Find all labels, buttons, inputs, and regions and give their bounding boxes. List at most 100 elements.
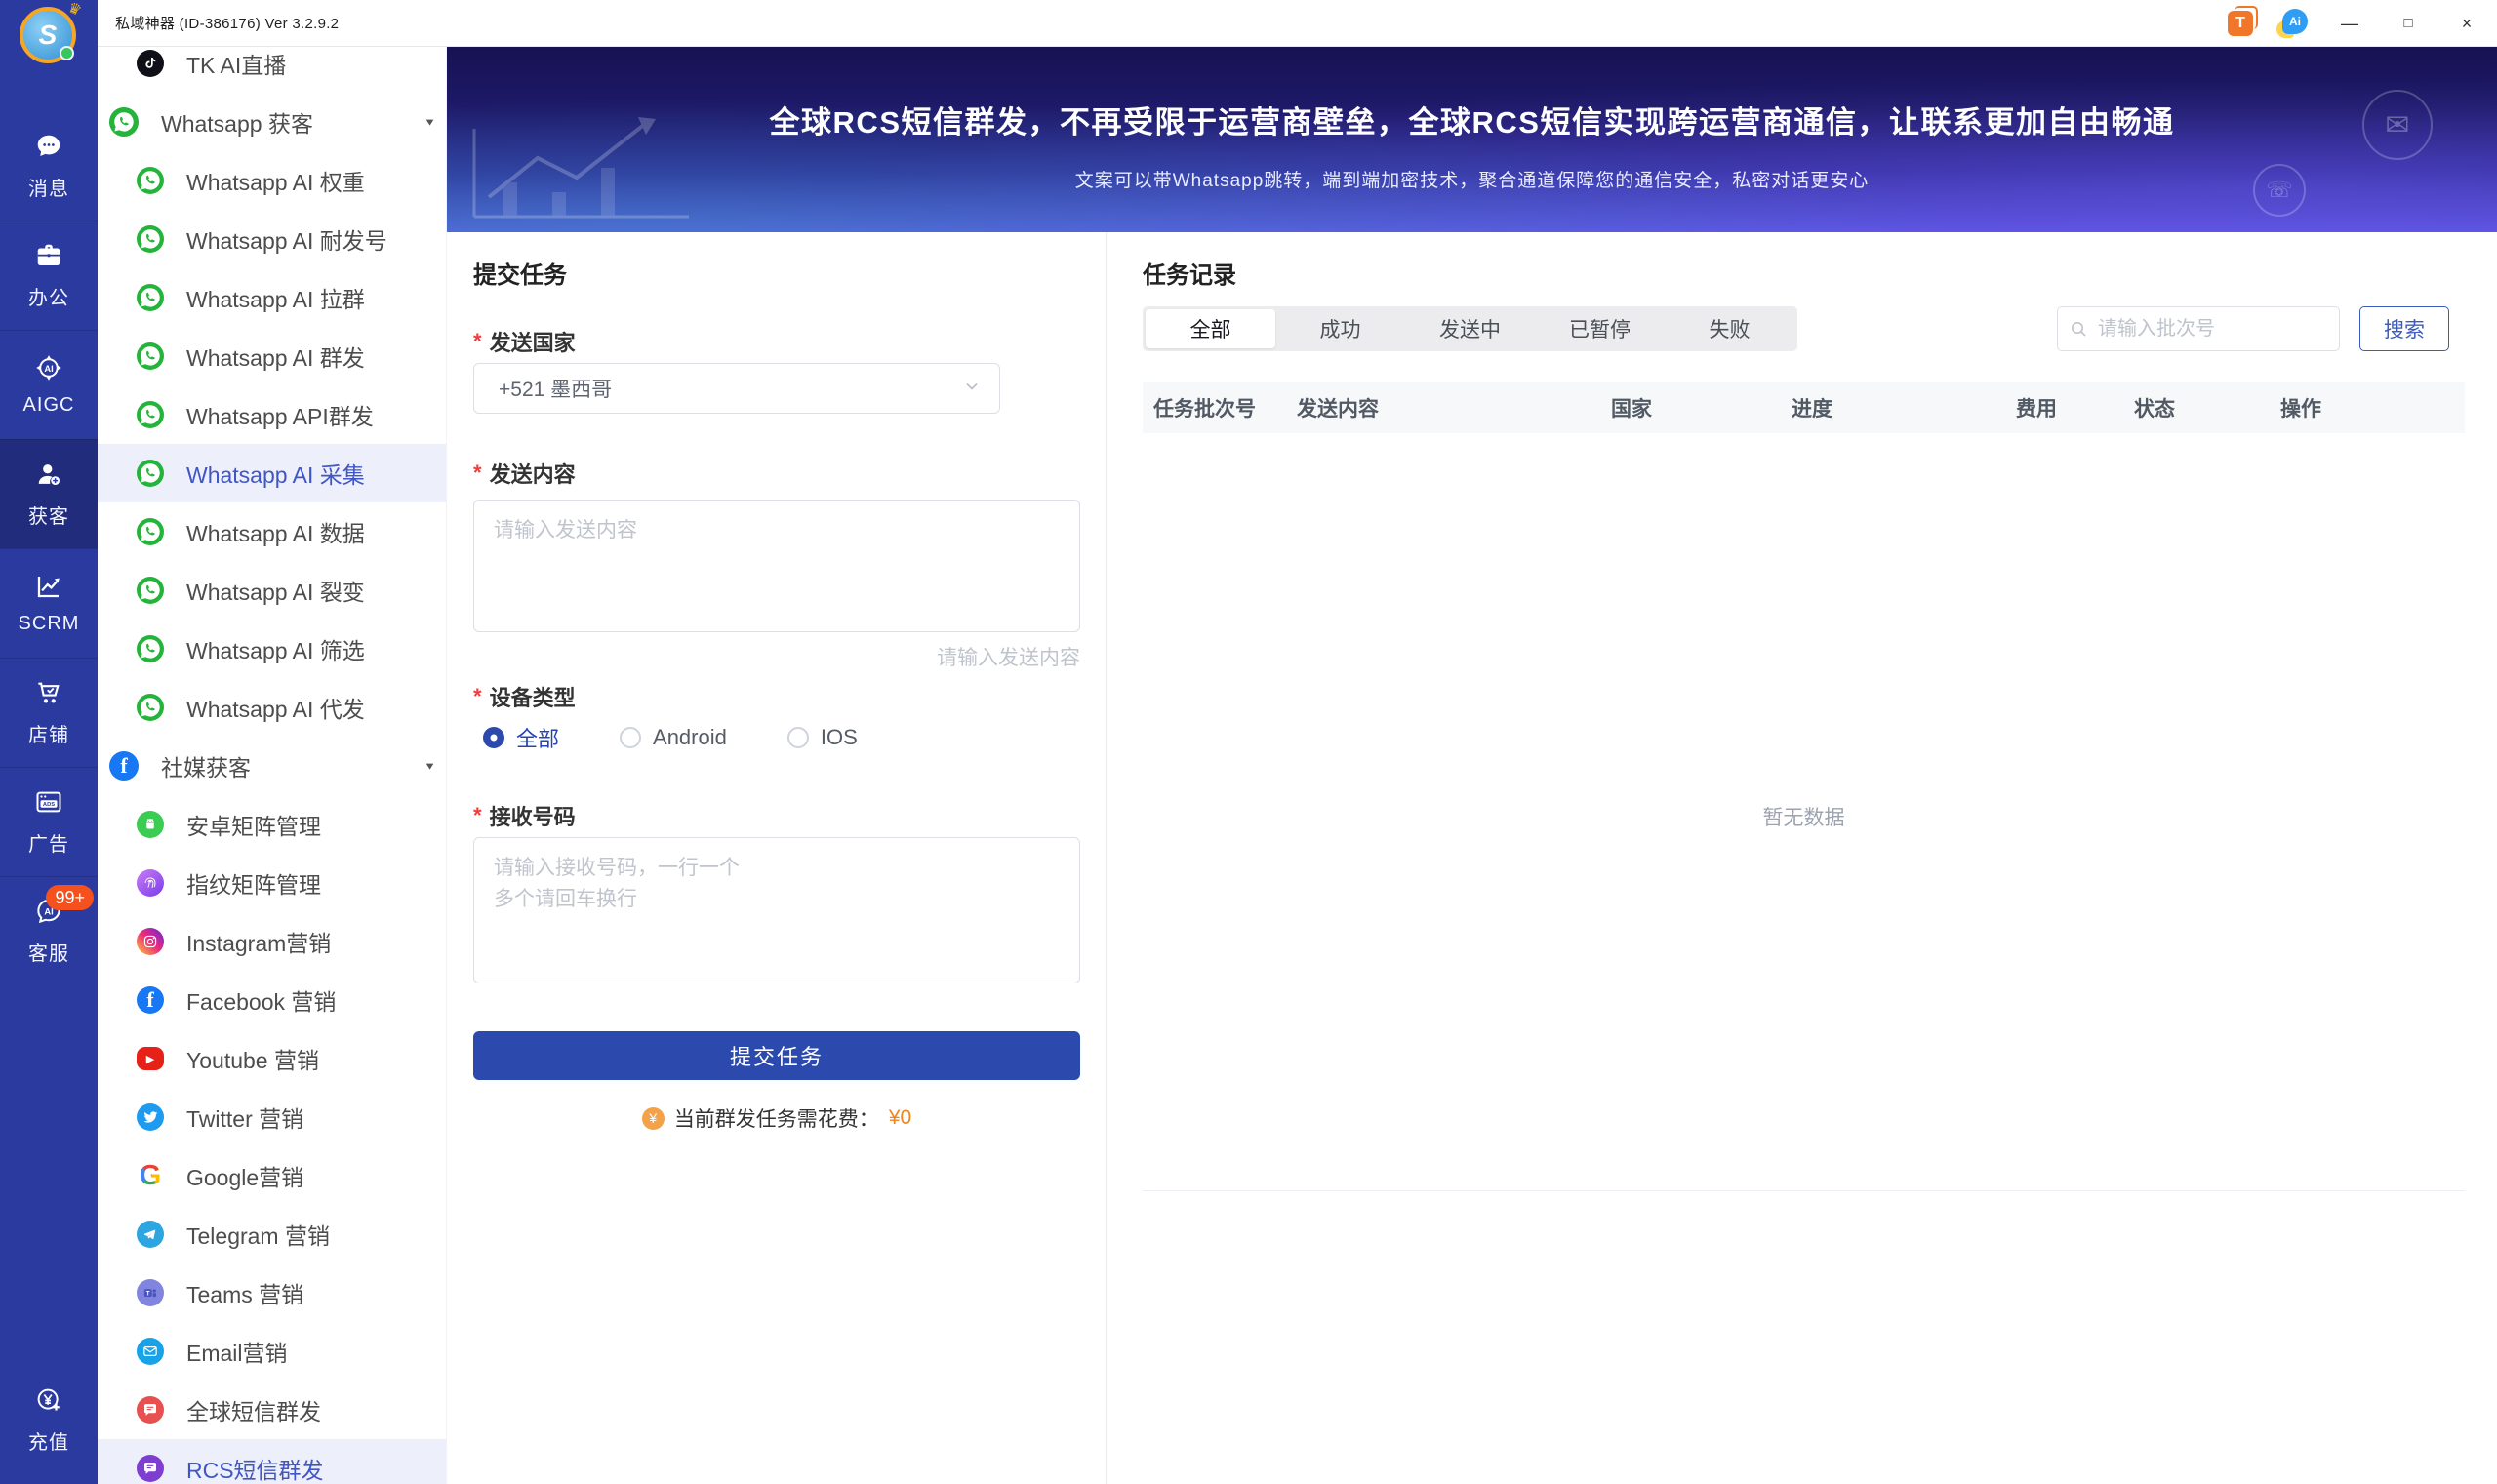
aigc-icon: AI (34, 353, 63, 387)
radio-label: Android (653, 725, 727, 750)
window-title: 私域神器 (ID-386176) Ver 3.2.9.2 (115, 13, 339, 33)
rail-item-service[interactable]: 99+AI客服 (0, 876, 98, 985)
whatsapp-icon (137, 342, 164, 370)
menu-item-label: Twitter 营销 (186, 1101, 303, 1134)
app-window: 私域神器 (ID-386176) Ver 3.2.9.2 T Ai — □ × … (0, 0, 2497, 1484)
menu-item-google[interactable]: GGoogle营销 (98, 1146, 446, 1205)
fee-amount: ¥0 (889, 1106, 911, 1130)
column-header: 费用 (2016, 393, 2134, 422)
menu-item-wa-collect[interactable]: Whatsapp AI 采集 (98, 444, 446, 502)
menu-item-label: 社媒获客 (161, 749, 251, 782)
menu-item-label: Whatsapp AI 群发 (186, 340, 365, 373)
menu-item-label: Whatsapp AI 拉群 (186, 281, 365, 314)
crown-icon: ♛ (64, 0, 84, 20)
numbers-label: * 接收号码 (473, 800, 576, 831)
menu-item-wa-weight[interactable]: Whatsapp AI 权重 (98, 151, 446, 210)
country-select[interactable]: +521 墨西哥 (473, 363, 1000, 414)
whatsapp-icon (137, 401, 164, 428)
menu-item-wa-proxy-send[interactable]: Whatsapp AI 代发 (98, 678, 446, 737)
menu-item-fingerprint-matrix[interactable]: 指纹矩阵管理 (98, 854, 446, 912)
rail-item-acquire[interactable]: 获客 (0, 439, 98, 548)
tab-sending[interactable]: 发送中 (1405, 309, 1535, 348)
menu-item-instagram[interactable]: Instagram营销 (98, 912, 446, 971)
menu-item-android-matrix[interactable]: 安卓矩阵管理 (98, 795, 446, 854)
country-label: * 发送国家 (473, 326, 576, 357)
collapse-caret-icon[interactable]: ▼ (423, 760, 436, 772)
menu-item-social-group[interactable]: f 社媒获客 ▼ (98, 737, 446, 795)
whatsapp-icon (137, 518, 164, 545)
tab-paused[interactable]: 已暂停 (1535, 309, 1665, 348)
numbers-textarea[interactable] (473, 837, 1080, 983)
rail-item-office[interactable]: 办公 (0, 221, 98, 330)
column-header: 操作 (2280, 393, 2465, 422)
android-icon (137, 811, 164, 838)
submit-task-button[interactable]: 提交任务 (473, 1031, 1080, 1080)
menu-item-teams[interactable]: TTeams 营销 (98, 1263, 446, 1322)
submit-task-panel: 提交任务 * 发送国家 +521 墨西哥 * 发送内容 请输入发送内容 * 设备… (447, 232, 1106, 1484)
rail-item-scrm[interactable]: SCRM (0, 548, 98, 658)
menu-item-twitter[interactable]: Twitter 营销 (98, 1088, 446, 1146)
fingerprint-icon (137, 869, 164, 897)
banner-title: 全球RCS短信群发，不再受限于运营商壁垒，全球RCS短信实现跨运营商通信，让联系… (447, 98, 2497, 141)
menu-item-wa-pull-group[interactable]: Whatsapp AI 拉群 (98, 268, 446, 327)
rail-item-shop[interactable]: 店铺 (0, 658, 98, 767)
fee-row: ¥ 当前群发任务需花费： ¥0 (473, 1103, 1080, 1133)
ads-icon: ADS (34, 787, 63, 822)
titlebar: 私域神器 (ID-386176) Ver 3.2.9.2 T Ai — □ × (98, 0, 2497, 47)
search-button[interactable]: 搜索 (2359, 306, 2449, 351)
required-asterisk: * (473, 803, 482, 828)
menu-item-email[interactable]: Email营销 (98, 1322, 446, 1381)
device-radio-android[interactable]: Android (620, 725, 727, 750)
rail-item-message[interactable]: 消息 (0, 111, 98, 221)
menu-item-label: Facebook 营销 (186, 983, 336, 1017)
translate-icon[interactable]: T (2228, 11, 2253, 36)
menu-item-rcs-sms[interactable]: RCS短信群发 (98, 1439, 446, 1484)
menu-item-tk-ai-live[interactable]: TK AI直播 (98, 47, 446, 93)
menu-item-youtube[interactable]: ▶ Youtube 营销 (98, 1029, 446, 1088)
facebook-icon: f (109, 751, 139, 781)
rail-item-aigc[interactable]: AIAIGC (0, 330, 98, 439)
rail-item-recharge[interactable]: 充值 (0, 1371, 98, 1468)
facebook-icon: f (137, 986, 164, 1014)
collapse-caret-icon[interactable]: ▼ (423, 116, 436, 128)
menu-item-telegram[interactable]: Telegram 营销 (98, 1205, 446, 1263)
menu-item-facebook-marketing[interactable]: f Facebook 营销 (98, 971, 446, 1029)
menu-item-label: Google营销 (186, 1159, 303, 1192)
menu-item-wa-filter[interactable]: Whatsapp AI 筛选 (98, 620, 446, 678)
device-radio-all[interactable]: 全部 (483, 722, 559, 753)
menu-item-wa-data[interactable]: Whatsapp AI 数据 (98, 502, 446, 561)
radio-label: 全部 (516, 722, 559, 753)
minimize-button[interactable]: — (2333, 0, 2366, 47)
tab-success[interactable]: 成功 (1275, 309, 1405, 348)
menu-item-wa-durable[interactable]: Whatsapp AI 耐发号 (98, 210, 446, 268)
radio-dot (620, 727, 641, 748)
required-asterisk: * (473, 329, 482, 354)
sidebar-menu: TK AI直播Whatsapp 获客▼Whatsapp AI 权重Whatsap… (98, 47, 447, 1484)
menu-item-label: Youtube 营销 (186, 1042, 319, 1075)
device-radio-ios[interactable]: IOS (787, 725, 858, 750)
ai-assistant-icon[interactable]: Ai (2278, 9, 2308, 38)
menu-item-global-sms[interactable]: 全球短信群发 (98, 1381, 446, 1439)
status-tabs: 全部成功发送中已暂停失败 (1143, 306, 1797, 351)
menu-item-wa-mass-send[interactable]: Whatsapp AI 群发 (98, 327, 446, 385)
menu-item-wa-fission[interactable]: Whatsapp AI 裂变 (98, 561, 446, 620)
tab-failed[interactable]: 失败 (1665, 309, 1794, 348)
search-icon (2070, 320, 2087, 338)
close-button[interactable]: × (2450, 0, 2483, 47)
rail-item-ads[interactable]: ADS广告 (0, 767, 98, 876)
batch-search-box[interactable] (2057, 306, 2340, 351)
records-heading: 任务记录 (1143, 256, 1236, 290)
scrm-icon (34, 572, 63, 606)
batch-search-input[interactable] (2096, 317, 2327, 341)
menu-item-wa-api-send[interactable]: Whatsapp API群发 (98, 385, 446, 444)
content-textarea[interactable] (473, 500, 1080, 632)
youtube-icon: ▶ (137, 1047, 164, 1070)
column-header: 状态 (2134, 393, 2280, 422)
table-divider (1143, 1190, 2465, 1191)
tab-all[interactable]: 全部 (1146, 309, 1275, 348)
menu-item-label: 全球短信群发 (186, 1393, 321, 1426)
menu-item-whatsapp-group[interactable]: Whatsapp 获客▼ (98, 93, 446, 151)
radio-label: IOS (821, 725, 858, 750)
rail-item-label: 充值 (28, 1426, 69, 1455)
maximize-button[interactable]: □ (2392, 0, 2425, 47)
